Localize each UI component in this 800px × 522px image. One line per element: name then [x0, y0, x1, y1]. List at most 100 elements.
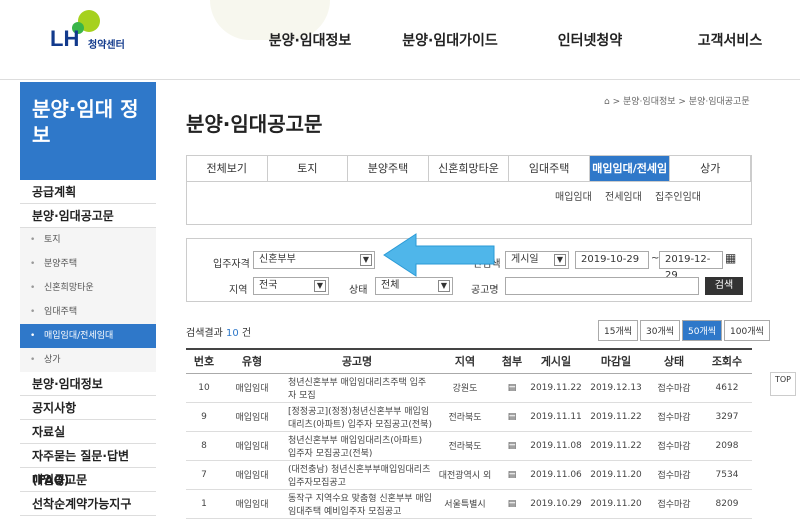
cell-views: 4612 [702, 373, 752, 403]
sidebar-item[interactable]: 자주묻는 질문·답변(FAQ) [20, 444, 156, 487]
cell-status: 접수마감 [646, 431, 702, 461]
notice-table: 번호 유형 공고명 지역 첨부 게시일 마감일 상태 조회수 10 매입임대 청년신혼부부 매입임대… [186, 348, 752, 519]
column-header: 조회수 [702, 348, 752, 374]
cell-no: 10 [186, 373, 222, 403]
sidebar-item[interactable]: 분양·임대공고문 [20, 204, 156, 228]
table-body: 10 매입임대 청년신혼부부 매입임대리츠주택 입주자 모집 강원도 ▤ 2019.11.… [186, 373, 752, 519]
breadcrumb: ⌂ > 분양·임대정보 > 분양·임대공고문 [604, 94, 750, 107]
logo[interactable]: LH 청약센터 [50, 10, 140, 51]
gnb-item[interactable]: 분양·임대가이드 [380, 30, 520, 50]
search-button[interactable]: 검색 [705, 277, 743, 295]
pointer-arrow-icon [383, 233, 495, 277]
sidebar-item[interactable]: 선착순계약가능지구 [20, 492, 156, 516]
gnb-item[interactable]: 분양·임대정보 [240, 30, 380, 50]
period-select[interactable]: 게시일 ▼ [505, 251, 569, 269]
column-header: 첨부 [498, 348, 526, 374]
sidebar-menu: 공급계획분양·임대공고문토지분양주택신혼희망타운임대주택매입임대/전세임대상가분… [20, 180, 156, 516]
column-header: 번호 [186, 348, 222, 374]
date-to-input[interactable]: 2019-12-29 [659, 251, 723, 281]
page-size-selector: 15개씩 30개씩 50개씩 100개씩 [596, 320, 770, 341]
sidebar-item[interactable]: 신혼희망타운 [20, 276, 156, 300]
page-title: 분양·임대공고문 [186, 112, 323, 136]
cell-title[interactable]: 동작구 지역수요 맞춤형 신혼부부 매입임대주택 예비입주자 모집공고 [282, 489, 432, 519]
cell-type: 매입임대 [222, 402, 282, 432]
cell-no: 9 [186, 402, 222, 432]
chevron-down-icon: ▼ [314, 280, 326, 292]
cell-views: 2098 [702, 431, 752, 461]
tab-item[interactable]: 임대주택 [509, 156, 590, 181]
column-header: 상태 [646, 348, 702, 374]
cell-posted: 2019.10.29 [526, 489, 586, 519]
subtab-item[interactable]: 전세임대 [605, 192, 642, 203]
logo-sub: 청약센터 [88, 40, 125, 51]
home-icon[interactable]: ⌂ [604, 97, 610, 107]
sidebar-item[interactable]: 임대주택 [20, 300, 156, 324]
page-size-option[interactable]: 15개씩 [598, 320, 639, 341]
column-header: 마감일 [586, 348, 646, 374]
cell-title[interactable]: (대전충남) 청년신혼부부매입임대리츠 입주자모집공고 [282, 460, 432, 490]
cell-status: 접수마감 [646, 460, 702, 490]
attachment-icon[interactable]: ▤ [498, 431, 526, 461]
cell-type: 매입임대 [222, 431, 282, 461]
table-row[interactable]: 1 매입임대 동작구 지역수요 맞춤형 신혼부부 매입임대주택 예비입주자 모집공고… [186, 489, 752, 519]
sidebar-item[interactable]: 공지사항 [20, 396, 156, 420]
logo-brand: LH [50, 26, 80, 51]
attachment-icon[interactable]: ▤ [498, 402, 526, 432]
cell-no: 7 [186, 460, 222, 490]
cell-deadline: 2019.11.20 [586, 460, 646, 490]
tab-item[interactable]: 매입임대/전세임대 [589, 156, 671, 201]
tab-item[interactable]: 신혼희망타운 [429, 156, 510, 181]
region-select-value: 전국 [259, 280, 278, 291]
page-size-option[interactable]: 30개씩 [640, 320, 681, 341]
page-size-option[interactable]: 100개씩 [724, 320, 770, 341]
sidebar-item[interactable]: 토지 [20, 228, 156, 252]
name-label: 공고명 [471, 285, 499, 296]
table-row[interactable]: 9 매입임대 [정정공고](정정)청년신혼부부 매입임대리츠(아파트) 입주자 모집… [186, 402, 752, 432]
tab-item[interactable]: 전체보기 [187, 156, 268, 181]
sidebar-item[interactable]: 상가 [20, 348, 156, 372]
cell-posted: 2019.11.22 [526, 373, 586, 403]
sidebar-item[interactable]: 분양·임대정보 [20, 372, 156, 396]
sidebar-item[interactable]: 매입공고문 [20, 468, 156, 492]
table-header: 번호 유형 공고명 지역 첨부 게시일 마감일 상태 조회수 [186, 348, 752, 374]
cell-deadline: 2019.11.22 [586, 402, 646, 432]
result-number: 10 [226, 328, 239, 339]
attachment-icon[interactable]: ▤ [498, 460, 526, 490]
table-row[interactable]: 8 매입임대 청년신혼부부 매입임대리츠(아파트) 입주자 모집공고(전북) 전라북도… [186, 431, 752, 461]
date-from-input[interactable]: 2019-10-29 [575, 251, 649, 269]
attachment-icon[interactable]: ▤ [498, 489, 526, 519]
subtab-item[interactable]: 집주인임대 [655, 192, 701, 203]
attachment-icon[interactable]: ▤ [498, 373, 526, 403]
name-input[interactable] [505, 277, 699, 295]
page-size-option-active[interactable]: 50개씩 [682, 320, 723, 341]
top-button[interactable]: TOP [770, 372, 796, 396]
cell-posted: 2019.11.06 [526, 460, 586, 490]
sidebar-item[interactable]: 분양주택 [20, 252, 156, 276]
cell-title[interactable]: 청년신혼부부 매입임대리츠(아파트) 입주자 모집공고(전북) [282, 431, 432, 461]
column-header: 공고명 [282, 348, 432, 374]
table-row[interactable]: 10 매입임대 청년신혼부부 매입임대리츠주택 입주자 모집 강원도 ▤ 2019.11.… [186, 373, 752, 403]
chevron-down-icon: ▼ [554, 254, 566, 266]
sidebar-item[interactable]: 공급계획 [20, 180, 156, 204]
region-select[interactable]: 전국 ▼ [253, 277, 329, 295]
cell-title[interactable]: [정정공고](정정)청년신혼부부 매입임대리츠(아파트) 입주자 모집공고(전북… [282, 402, 432, 432]
tab-row: 전체보기 토지 분양주택 신혼희망타운 임대주택 매입임대/전세임대 상가 [187, 156, 752, 201]
chevron-down-icon: ▼ [360, 254, 372, 266]
gnb-item[interactable]: 인터넷청약 [520, 30, 660, 50]
tab-item[interactable]: 분양주택 [348, 156, 429, 181]
sidebar-item[interactable]: 매입임대/전세임대 [20, 324, 156, 348]
tab-item[interactable]: 토지 [268, 156, 349, 181]
cell-views: 3297 [702, 402, 752, 432]
chevron-down-icon: ▼ [438, 280, 450, 292]
cell-posted: 2019.11.08 [526, 431, 586, 461]
sidebar-item[interactable]: 자료실 [20, 420, 156, 444]
subtab-item[interactable]: 매입임대 [555, 192, 592, 203]
tab-item[interactable]: 상가 [670, 156, 752, 181]
calendar-icon[interactable]: ▦ [725, 251, 736, 265]
table-row[interactable]: 7 매입임대 (대전충남) 청년신혼부부매입임대리츠 입주자모집공고 대전광역시 외 ▤… [186, 460, 752, 490]
cell-type: 매입임대 [222, 489, 282, 519]
cell-title[interactable]: 청년신혼부부 매입임대리츠주택 입주자 모집 [282, 373, 432, 403]
gnb-item[interactable]: 고객서비스 [660, 30, 800, 50]
cell-region: 전라북도 [432, 431, 498, 461]
type-select[interactable]: 신혼부부 ▼ [253, 251, 375, 269]
